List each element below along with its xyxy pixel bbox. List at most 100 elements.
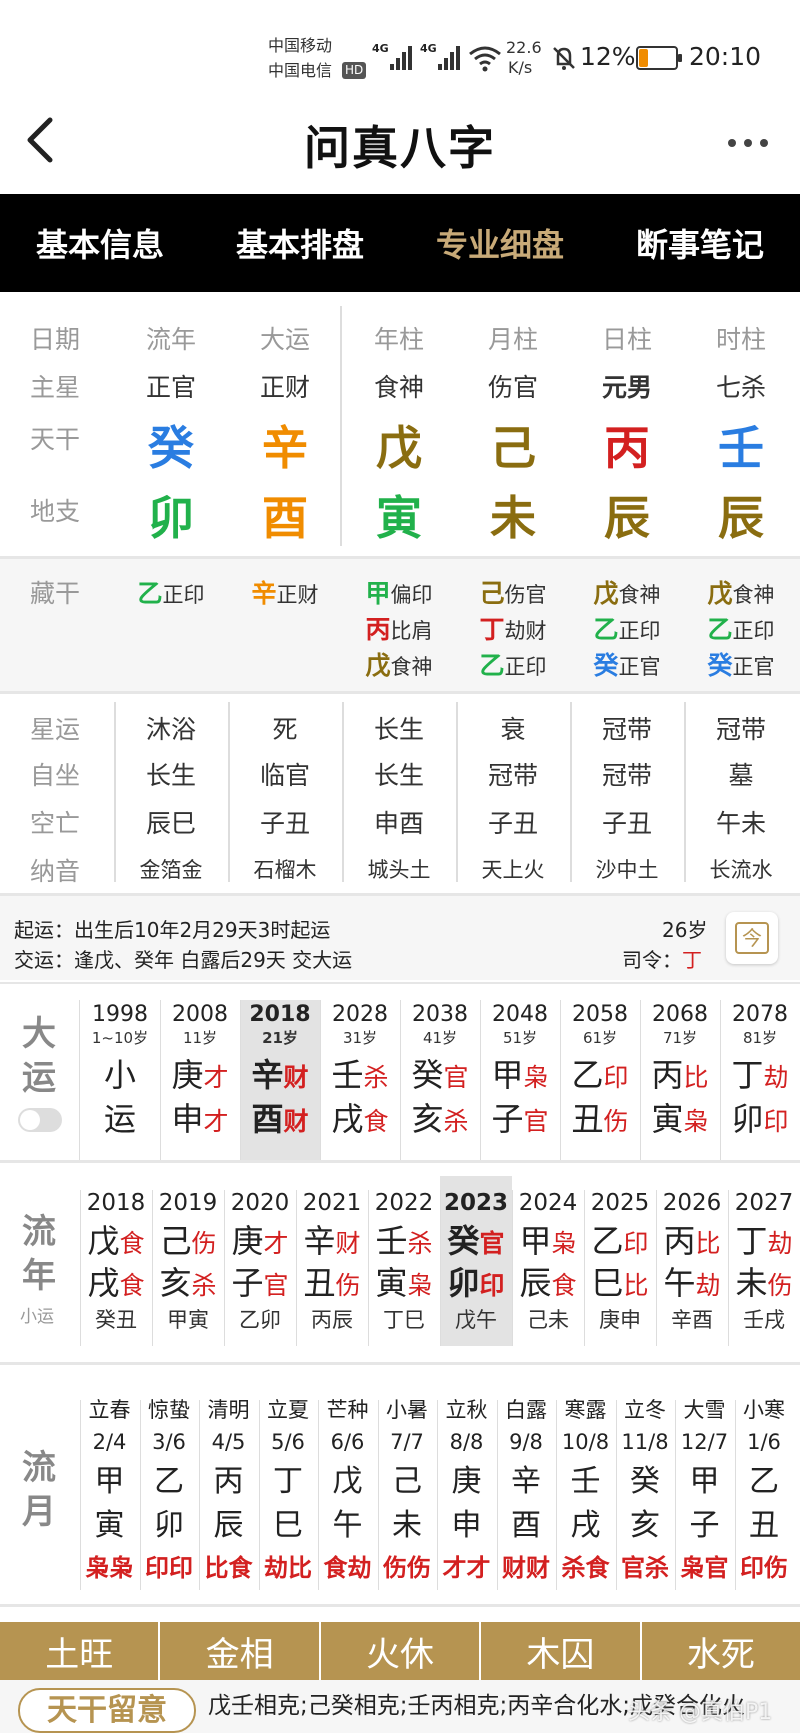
liunian-item[interactable]: 2020 庚才 子官 乙卯 bbox=[224, 1176, 296, 1346]
pillar-stem[interactable]: 戊 bbox=[342, 412, 456, 478]
dayun-label: 大运 bbox=[22, 1014, 56, 1098]
pillar-stem[interactable]: 己 bbox=[456, 412, 570, 478]
dayun-stem-row: 小 bbox=[80, 1050, 160, 1094]
liuyue-shishen: 枭官 bbox=[680, 1554, 729, 1582]
dayun-branch: 申 bbox=[171, 1100, 204, 1138]
nayin-value: 石榴木 bbox=[253, 858, 317, 882]
liunian-stem-row: 庚才 bbox=[224, 1216, 296, 1260]
dayun-item[interactable]: 2038 41岁 癸官 亥杀 bbox=[400, 1000, 480, 1160]
liuyue-item[interactable]: 小暑 7/7 己未伤伤 bbox=[378, 1394, 437, 1590]
liunian-stem: 壬 bbox=[375, 1222, 408, 1260]
liuyue-item[interactable]: 立春 2/4 甲寅枭枭 bbox=[80, 1394, 139, 1590]
tab-notes[interactable]: 断事笔记 bbox=[600, 194, 800, 292]
pillar-stem[interactable]: 丙 bbox=[570, 412, 684, 478]
dayun-item[interactable]: 2048 51岁 甲枭 子官 bbox=[480, 1000, 560, 1160]
liuyue-item[interactable]: 白露 9/8 辛酉财财 bbox=[497, 1394, 556, 1590]
liuyue-item[interactable]: 小寒 1/6 乙丑印伤 bbox=[735, 1394, 794, 1590]
dayun-item[interactable]: 2068 71岁 丙比 寅枭 bbox=[640, 1000, 720, 1160]
liuyue-item[interactable]: 清明 4/5 丙辰比食 bbox=[199, 1394, 258, 1590]
liuyue-date: 2/4 bbox=[92, 1430, 127, 1454]
calendar-button[interactable]: 今 bbox=[726, 912, 778, 964]
dayun-item[interactable]: 2078 81岁 丁劫 卯印 bbox=[720, 1000, 800, 1160]
liunian-item[interactable]: 2019 己伤 亥杀 甲寅 bbox=[152, 1176, 224, 1346]
divider bbox=[400, 1000, 401, 1160]
dayun-item[interactable]: 2018 21岁 辛财 酉财 bbox=[240, 1000, 320, 1160]
liuyue-item[interactable]: 大雪 12/7 甲子枭官 bbox=[675, 1394, 734, 1590]
liuyue-shishen: 食劫 bbox=[323, 1554, 372, 1582]
liunian-item[interactable]: 2022 壬杀 寅枭 丁巳 bbox=[368, 1176, 440, 1346]
dayun-item[interactable]: 2028 31岁 壬杀 戌食 bbox=[320, 1000, 400, 1160]
liunian-branch-row: 戌食 bbox=[80, 1258, 152, 1302]
pillar-stem[interactable]: 辛 bbox=[228, 412, 342, 478]
pillar-branch[interactable]: 卯 bbox=[114, 482, 228, 548]
liunian-branch-row: 亥杀 bbox=[152, 1258, 224, 1302]
liuyue-branch: 丑 bbox=[749, 1508, 779, 1543]
pillar-branch[interactable]: 未 bbox=[456, 482, 570, 548]
zizuo-value: 墓 bbox=[728, 761, 754, 790]
hidden-stem-shishen: 偏印 bbox=[390, 583, 433, 607]
pillar-head: 大运 bbox=[259, 325, 310, 354]
tab-pro-chart[interactable]: 专业细盘 bbox=[400, 194, 600, 292]
pillar-stem[interactable]: 癸 bbox=[114, 412, 228, 478]
divider bbox=[0, 982, 800, 984]
hidden-stem-char: 戊 bbox=[707, 579, 733, 608]
liuyue-item[interactable]: 立冬 11/8 癸亥官杀 bbox=[616, 1394, 675, 1590]
kongwang-value: 午未 bbox=[715, 809, 766, 838]
hidden-stem: 戊食神 bbox=[570, 574, 684, 610]
divider bbox=[139, 1400, 141, 1590]
dayun-toggle[interactable] bbox=[18, 1108, 62, 1132]
divider bbox=[224, 1190, 225, 1346]
liunian-stem: 丙 bbox=[663, 1222, 696, 1260]
pillar-branch[interactable]: 酉 bbox=[228, 482, 342, 548]
liunian-item[interactable]: 2024 甲枭 辰食 己未 bbox=[512, 1176, 584, 1346]
signal-icon-2: 4G bbox=[420, 40, 464, 74]
liunian-item[interactable]: 2026 丙比 午劫 辛酉 bbox=[656, 1176, 728, 1346]
liuyue-branch: 午 bbox=[332, 1508, 363, 1543]
label-kongwang: 空亡 bbox=[30, 809, 81, 838]
liuyue-item[interactable]: 芒种 6/6 戊午食劫 bbox=[318, 1394, 377, 1590]
liunian-branch: 丑 bbox=[303, 1264, 336, 1302]
liuyue-term: 大雪 bbox=[683, 1398, 726, 1422]
liunian-item[interactable]: 2021 辛财 丑伤 丙辰 bbox=[296, 1176, 368, 1346]
liunian-item[interactable]: 2023 癸官 卯印 戊午 bbox=[440, 1176, 512, 1346]
pillar-head: 流年 bbox=[145, 325, 196, 354]
liuyue-branch: 亥 bbox=[630, 1508, 660, 1543]
hidden-stem: 乙正印 bbox=[684, 610, 798, 646]
liuyue-item[interactable]: 寒露 10/8 壬戌杀食 bbox=[556, 1394, 615, 1590]
dayun-branch-shishen: 才 bbox=[203, 1107, 229, 1136]
liuyue-item[interactable]: 惊蛰 3/6 乙卯印印 bbox=[140, 1394, 199, 1590]
dayun-item[interactable]: 2058 61岁 乙印 丑伤 bbox=[560, 1000, 640, 1160]
liunian-year: 2023 bbox=[443, 1190, 508, 1216]
tab-basic-chart[interactable]: 基本排盘 bbox=[200, 194, 400, 292]
dayun-year: 2068 bbox=[652, 1002, 708, 1027]
liunian-branch-row: 子官 bbox=[224, 1258, 296, 1302]
pillar-branch[interactable]: 寅 bbox=[342, 482, 456, 548]
liuyue-stem: 庚 bbox=[451, 1464, 482, 1499]
liuyue-term: 寒露 bbox=[564, 1398, 607, 1422]
liunian-item[interactable]: 2025 乙印 巳比 庚申 bbox=[584, 1176, 656, 1346]
tab-basic-info[interactable]: 基本信息 bbox=[0, 194, 200, 292]
kongwang-value: 子丑 bbox=[487, 809, 538, 838]
liuyue-term: 惊蛰 bbox=[148, 1398, 190, 1422]
liuyue-stem: 乙 bbox=[154, 1464, 184, 1499]
dayun-stem-shishen: 才 bbox=[203, 1063, 229, 1092]
wifi-icon bbox=[469, 46, 501, 72]
liunian-item[interactable]: 2018 戊食 戌食 癸丑 bbox=[80, 1176, 152, 1346]
label-nayin: 纳音 bbox=[30, 857, 81, 886]
more-button[interactable] bbox=[726, 128, 770, 158]
liunian-stem-shishen: 枭 bbox=[551, 1229, 577, 1258]
label-xingyun: 星运 bbox=[30, 715, 81, 744]
pillar-branch[interactable]: 辰 bbox=[684, 482, 798, 548]
dayun-item[interactable]: 2008 11岁 庚才 申才 bbox=[160, 1000, 240, 1160]
xingyun-value: 沐浴 bbox=[145, 715, 196, 744]
liuyue-item[interactable]: 立夏 5/6 丁巳劫比 bbox=[259, 1394, 318, 1590]
liunian-item[interactable]: 2027 丁劫 未伤 壬戌 bbox=[728, 1176, 800, 1346]
kongwang-value: 辰巳 bbox=[145, 809, 196, 838]
liunian-stem-row: 己伤 bbox=[152, 1216, 224, 1260]
divider bbox=[240, 1000, 241, 1160]
pillar-branch[interactable]: 辰 bbox=[570, 482, 684, 548]
pillar-stem[interactable]: 壬 bbox=[684, 412, 798, 478]
liuyue-branch: 巳 bbox=[273, 1508, 303, 1543]
dayun-item[interactable]: 1998 1~10岁小运 bbox=[80, 1000, 160, 1160]
liuyue-item[interactable]: 立秋 8/8 庚申才才 bbox=[437, 1394, 496, 1590]
